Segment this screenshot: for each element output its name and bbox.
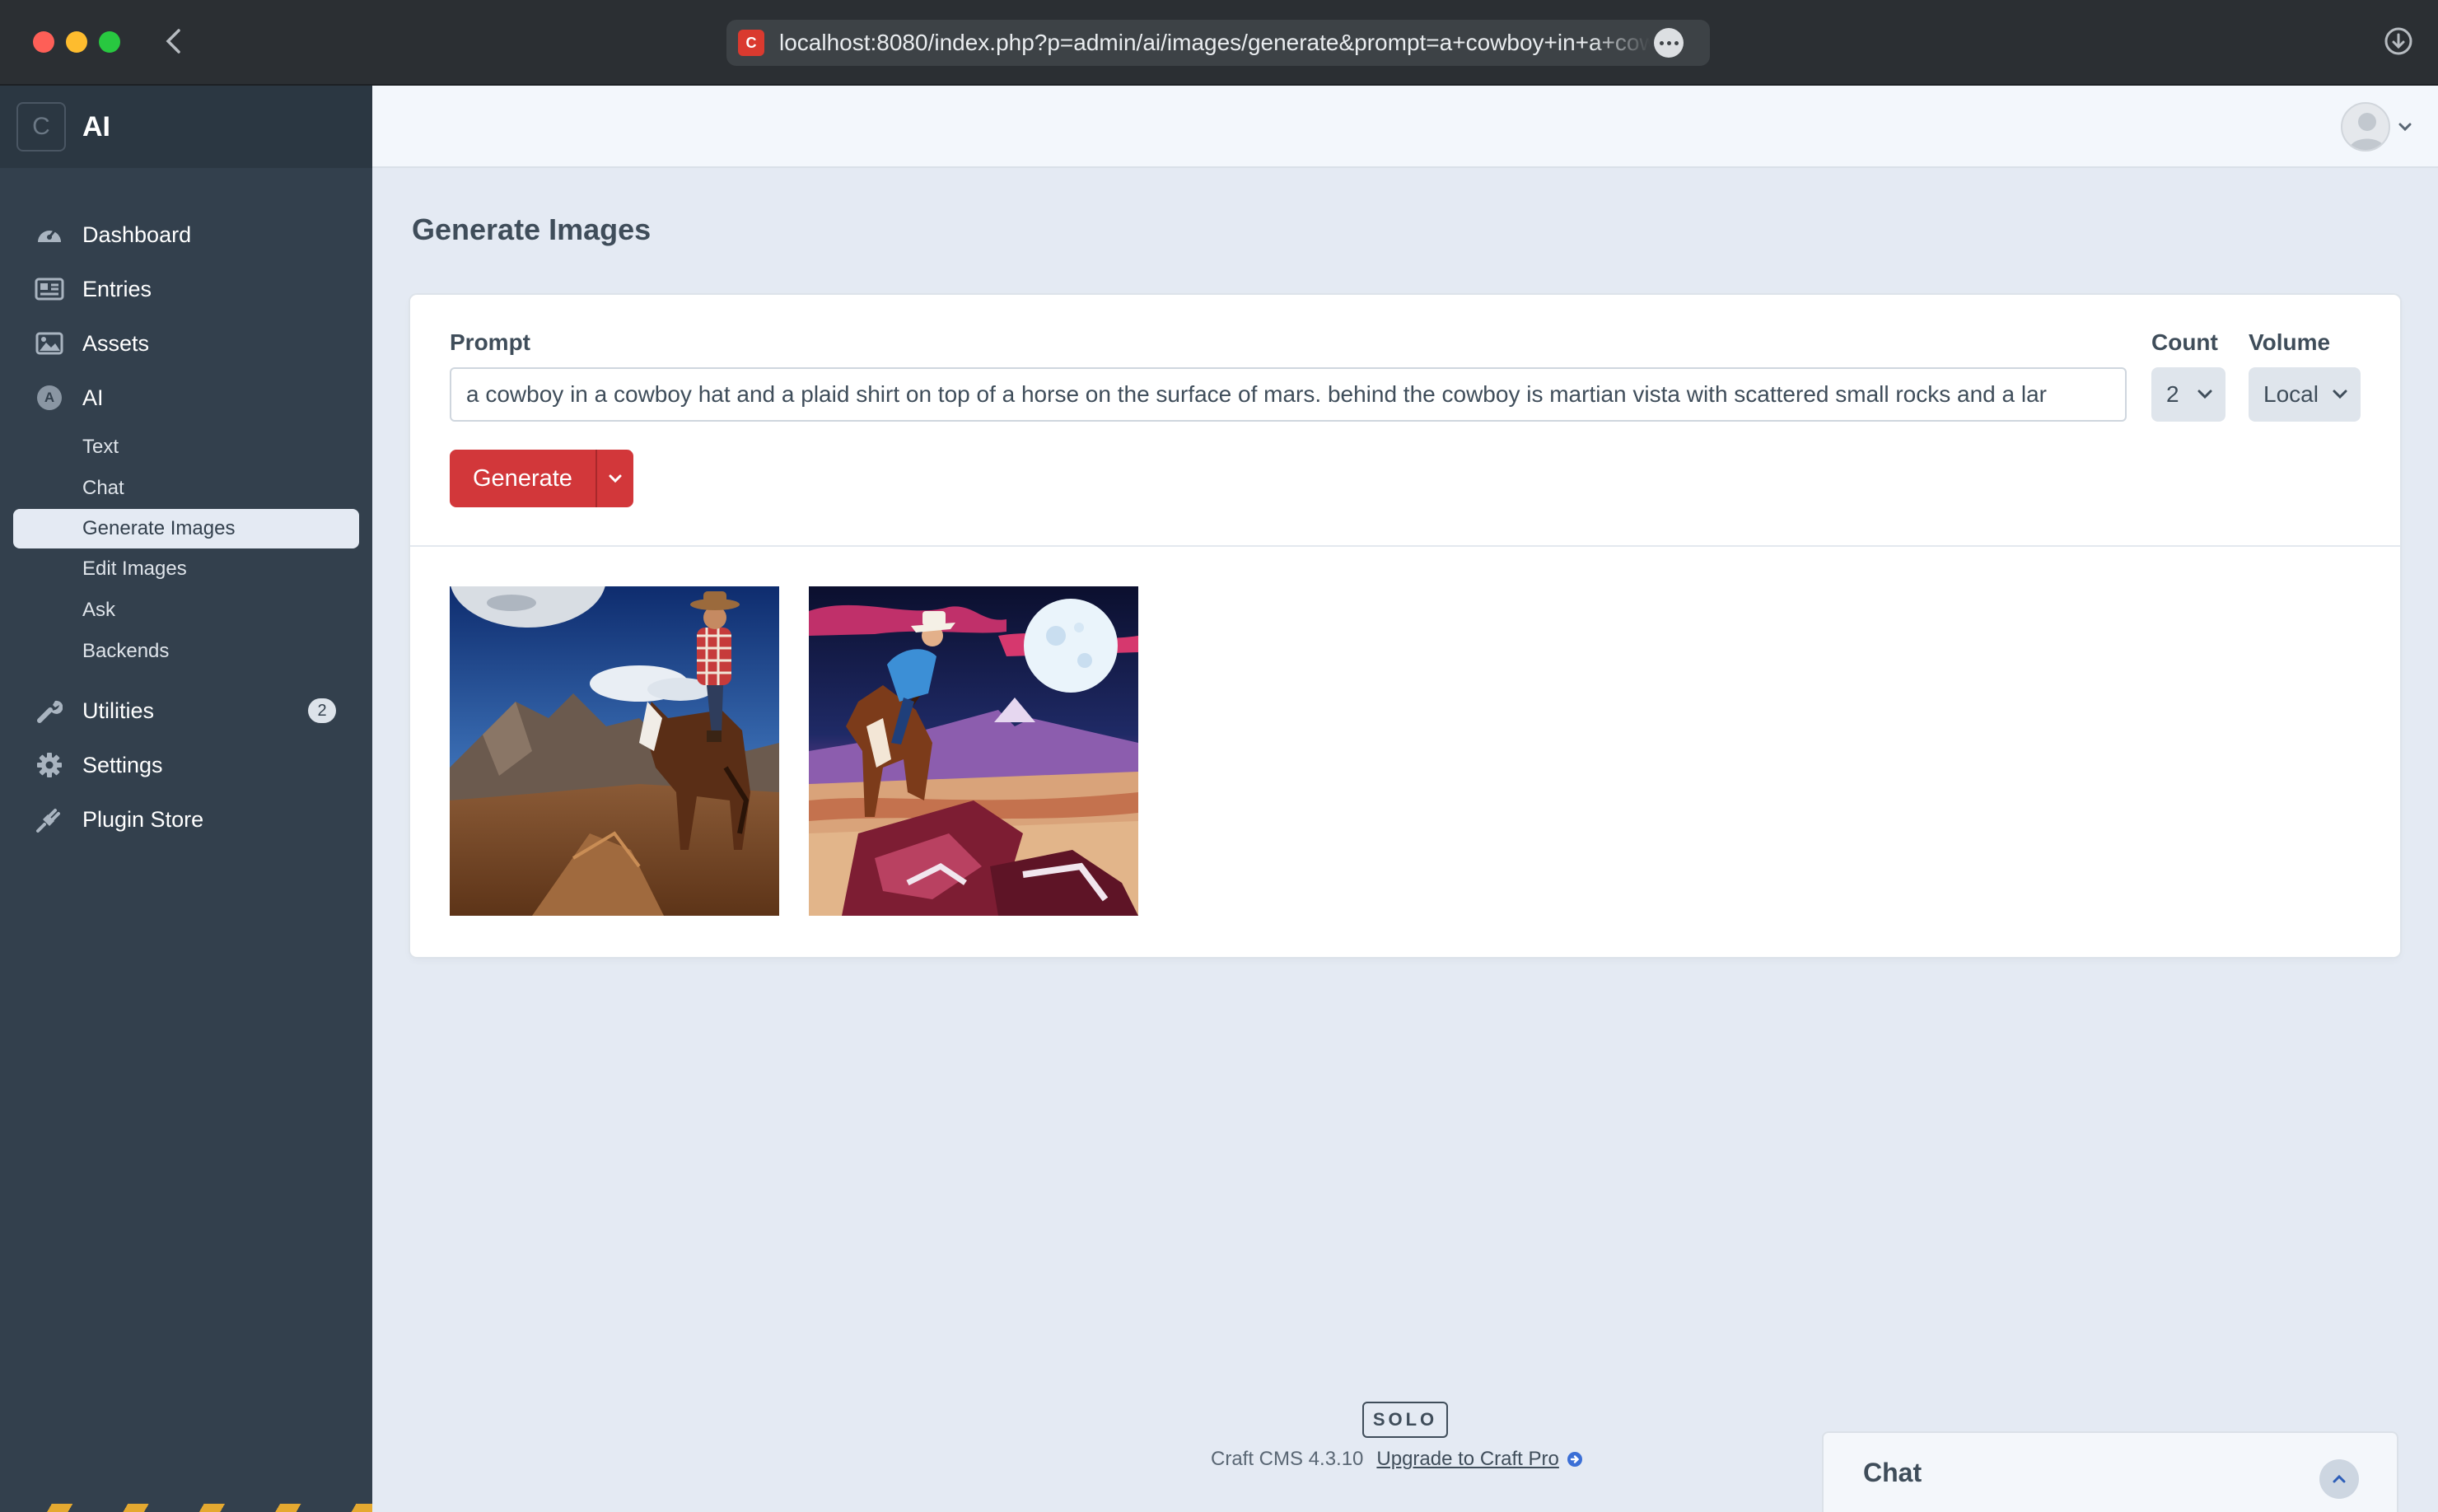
utilities-count-badge: 2 [308, 698, 336, 723]
cms-version: Craft CMS 4.3.10 [1211, 1448, 1364, 1470]
subnav-item-ask[interactable]: Ask [0, 590, 372, 631]
nav-item-utilities[interactable]: Utilities 2 [0, 684, 372, 738]
volume-select[interactable]: Local [2249, 367, 2361, 422]
nav-label-dashboard: Dashboard [82, 222, 192, 247]
address-bar[interactable]: C localhost:8080/index.php?p=admin/ai/im… [726, 20, 1710, 66]
generated-image-1[interactable] [450, 586, 779, 916]
generate-button-group: Generate [450, 450, 633, 507]
wrench-icon [35, 696, 64, 726]
subnav-item-generate-images[interactable]: Generate Images [13, 509, 359, 548]
count-label: Count [2151, 329, 2218, 355]
generate-button[interactable]: Generate [450, 450, 595, 507]
nav-item-dashboard[interactable]: Dashboard [0, 208, 372, 262]
site-logo[interactable]: C [16, 102, 66, 152]
nav-label-utilities: Utilities [82, 698, 155, 723]
downloads-icon[interactable] [2384, 26, 2413, 56]
subnav-item-chat[interactable]: Chat [0, 468, 372, 509]
gear-icon [35, 750, 64, 780]
subnav-item-edit-images[interactable]: Edit Images [0, 548, 372, 590]
page-title: Generate Images [412, 212, 652, 246]
nav-label-settings: Settings [82, 752, 163, 777]
main-nav: Dashboard Entries Assets A AI Text Chat … [0, 208, 372, 847]
subnav-item-backends[interactable]: Backends [0, 631, 372, 672]
back-button[interactable] [156, 25, 189, 58]
nav-label-entries: Entries [82, 276, 152, 301]
ai-icon: A [35, 383, 64, 413]
url-text[interactable]: localhost:8080/index.php?p=admin/ai/imag… [779, 30, 1651, 56]
arrow-circle-icon[interactable] [1566, 1450, 1584, 1468]
generate-options-button[interactable] [595, 450, 633, 507]
nav-item-plugin-store[interactable]: Plugin Store [0, 792, 372, 847]
chat-expand-button[interactable] [2319, 1459, 2359, 1499]
ai-subnav: Text Chat Generate Images Edit Images As… [0, 427, 372, 672]
zoom-window-button[interactable] [99, 31, 120, 53]
site-header: C AI [0, 86, 372, 168]
count-select[interactable]: 2 [2151, 367, 2225, 422]
edition-badge: SOLO [1362, 1402, 1448, 1438]
chat-widget-title: Chat [1863, 1458, 1922, 1487]
minimize-window-button[interactable] [66, 31, 87, 53]
nav-item-assets[interactable]: Assets [0, 316, 372, 371]
generated-image-2[interactable] [809, 586, 1138, 916]
prompt-label: Prompt [450, 329, 530, 355]
more-options-icon[interactable] [1654, 28, 1684, 58]
entries-icon [35, 274, 64, 304]
chevron-down-icon[interactable] [2397, 119, 2413, 135]
count-select-value: 2 [2166, 381, 2179, 407]
footer-info: Craft CMS 4.3.10 Upgrade to Craft Pro [1211, 1448, 1584, 1471]
chevron-down-icon [2333, 390, 2347, 399]
nav-label-plugin-store: Plugin Store [82, 806, 204, 832]
nav-label-ai: AI [82, 385, 104, 410]
dashboard-icon [35, 220, 64, 250]
volume-select-value: Local [2263, 381, 2319, 407]
sidebar: C AI Dashboard Entries Assets A AI Text … [0, 86, 372, 1512]
subnav-item-text[interactable]: Text [0, 427, 372, 468]
browser-toolbar: C localhost:8080/index.php?p=admin/ai/im… [0, 0, 2438, 86]
chevron-down-icon [609, 474, 622, 483]
assets-icon [35, 329, 64, 358]
nav-item-entries[interactable]: Entries [0, 262, 372, 316]
nav-item-ai[interactable]: A AI [0, 371, 372, 425]
close-window-button[interactable] [33, 31, 54, 53]
chevron-up-icon [2333, 1474, 2346, 1483]
site-favicon: C [738, 30, 764, 56]
upgrade-link[interactable]: Upgrade to Craft Pro [1376, 1448, 1558, 1471]
nav-item-settings[interactable]: Settings [0, 738, 372, 792]
nav-label-assets: Assets [82, 330, 150, 356]
generate-images-panel: Prompt Count Volume a cowboy in a cowboy… [410, 295, 2400, 957]
global-header [372, 86, 2438, 168]
dev-mode-stripes [0, 1504, 372, 1512]
prompt-input[interactable]: a cowboy in a cowboy hat and a plaid shi… [450, 367, 2127, 422]
chevron-left-icon [166, 29, 180, 54]
user-avatar[interactable] [2341, 102, 2390, 152]
chat-widget[interactable]: Chat [1822, 1431, 2398, 1512]
site-name[interactable]: AI [82, 111, 110, 143]
panel-divider [410, 545, 2400, 547]
plug-icon [35, 805, 64, 834]
volume-label: Volume [2249, 329, 2331, 355]
chevron-down-icon [2197, 390, 2212, 399]
